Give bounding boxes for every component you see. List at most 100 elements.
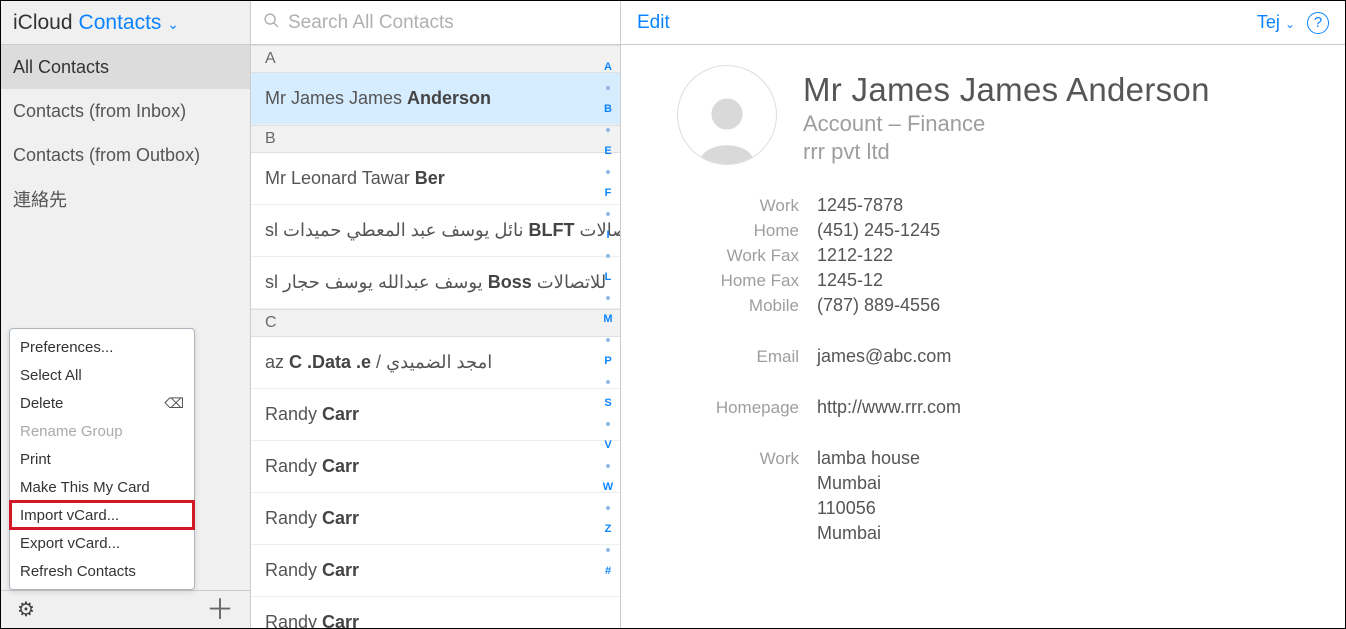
backspace-icon: ⌫ [164,395,184,412]
alpha-letter[interactable]: S [604,397,611,409]
alpha-dot [606,464,610,468]
menu-item[interactable]: Select All [10,361,194,389]
field-row: Mumbai [677,523,1345,544]
alpha-dot [606,170,610,174]
alpha-dot [606,128,610,132]
field-label: Email [677,347,817,367]
user-menu[interactable]: Tej ⌄ [1257,12,1295,33]
alpha-letter[interactable]: V [604,439,611,451]
fields: Work1245-7878Home(451) 245-1245Work Fax1… [677,195,1345,544]
menu-item[interactable]: Make This My Card [10,473,194,501]
contact-row[interactable]: Mr Leonard Tawar Ber [251,153,620,205]
add-button[interactable]: ＋ [206,596,234,624]
menu-item[interactable]: Import vCard... [10,501,194,529]
alpha-letter[interactable]: A [604,61,612,73]
menu-item: Rename Group [10,417,194,445]
field-label: Work [677,449,817,469]
contact-row[interactable]: Randy Carr [251,597,620,628]
alpha-letter[interactable]: Z [605,523,612,535]
alpha-dot [606,296,610,300]
field-value: (787) 889-4556 [817,295,940,316]
field-label: Work [677,196,817,216]
search-placeholder: Search All Contacts [288,12,454,34]
field-row: Home Fax1245-12 [677,270,1345,291]
alpha-dot [606,422,610,426]
header-right: Tej ⌄ ? [1257,12,1329,34]
alpha-dot [606,212,610,216]
app-label: Contacts [79,11,162,34]
menu-item[interactable]: Refresh Contacts [10,557,194,585]
alpha-letter[interactable]: M [603,313,612,325]
field-value: Mumbai [817,523,881,544]
contact-subtitle1: Account – Finance [803,111,1210,137]
app-dropdown[interactable]: Contacts ⌄ [79,11,180,35]
contact-row[interactable]: Randy Carr [251,441,620,493]
section-header: C [251,309,620,337]
alpha-dot [606,548,610,552]
field-value: 110056 [817,498,876,519]
chevron-down-icon: ⌄ [163,16,179,32]
field-value: 1245-12 [817,270,883,291]
alpha-letter[interactable]: F [605,187,612,199]
contact-row[interactable]: Randy Carr [251,545,620,597]
chevron-down-icon: ⌄ [1285,17,1295,31]
section-header: B [251,125,620,153]
contact-list-pane: Search All Contacts AMr James James Ande… [251,1,621,628]
help-icon[interactable]: ? [1307,12,1329,34]
alpha-letter[interactable]: E [604,145,611,157]
edit-button[interactable]: Edit [637,12,670,34]
section-header: A [251,45,620,73]
menu-item[interactable]: Print [10,445,194,473]
field-row: Work Fax1212-122 [677,245,1345,266]
alpha-letter[interactable]: B [604,103,612,115]
field-label: Home Fax [677,271,817,291]
field-row: Emailjames@abc.com [677,346,1345,367]
alpha-index[interactable]: A B E F I L M P S V W Z # [600,61,616,577]
alpha-dot [606,380,610,384]
alpha-dot [606,506,610,510]
contact-subtitle2: rrr pvt ltd [803,139,1210,165]
profile-row: Mr James James Anderson Account – Financ… [677,65,1345,165]
field-label: Work Fax [677,246,817,266]
menu-item[interactable]: Preferences... [10,333,194,361]
field-row: Work1245-7878 [677,195,1345,216]
menu-item[interactable]: Export vCard... [10,529,194,557]
field-row: Homepagehttp://www.rrr.com [677,397,1345,418]
search-field[interactable]: Search All Contacts [251,1,620,45]
field-label: Mobile [677,296,817,316]
alpha-letter[interactable]: # [605,565,611,577]
field-value: (451) 245-1245 [817,220,940,241]
field-row: Worklamba house [677,448,1345,469]
field-label: Home [677,221,817,241]
alpha-letter[interactable]: I [606,229,609,241]
sidebar-group-item[interactable]: All Contacts [1,45,250,89]
contact-list-body: AMr James James AndersonBMr Leonard Tawa… [251,45,620,628]
contact-row[interactable]: sl يوسف عبدالله يوسف حجار Boss للاتصالات [251,257,620,309]
field-value: 1245-7878 [817,195,903,216]
field-value: james@abc.com [817,346,951,367]
group-list: All ContactsContacts (from Inbox)Contact… [1,45,250,221]
sidebar-group-item[interactable]: Contacts (from Inbox) [1,89,250,133]
menu-item[interactable]: Delete⌫ [10,389,194,417]
contact-row[interactable]: az C .Data .e / امجد الضميدي [251,337,620,389]
sidebar-group-item[interactable]: 連絡先 [1,177,250,221]
contact-row[interactable]: Mr James James Anderson [251,73,620,125]
detail-header: Edit Tej ⌄ ? [621,1,1345,45]
field-value: lamba house [817,448,920,469]
field-row: Mumbai [677,473,1345,494]
sidebar-group-item[interactable]: Contacts (from Outbox) [1,133,250,177]
alpha-letter[interactable]: L [605,271,612,283]
sidebar-footer: ⚙ ＋ [1,590,250,628]
contact-row[interactable]: Randy Carr [251,493,620,545]
alpha-letter[interactable]: W [603,481,613,493]
alpha-letter[interactable]: P [604,355,611,367]
alpha-dot [606,254,610,258]
contact-row[interactable]: sl نائل يوسف عبد المعطي حميدات BLFT للات… [251,205,620,257]
field-row: 110056 [677,498,1345,519]
gear-icon[interactable]: ⚙ [17,597,35,622]
alpha-dot [606,86,610,90]
field-value: 1212-122 [817,245,893,266]
field-value: http://www.rrr.com [817,397,961,418]
field-row: Mobile(787) 889-4556 [677,295,1345,316]
contact-row[interactable]: Randy Carr [251,389,620,441]
